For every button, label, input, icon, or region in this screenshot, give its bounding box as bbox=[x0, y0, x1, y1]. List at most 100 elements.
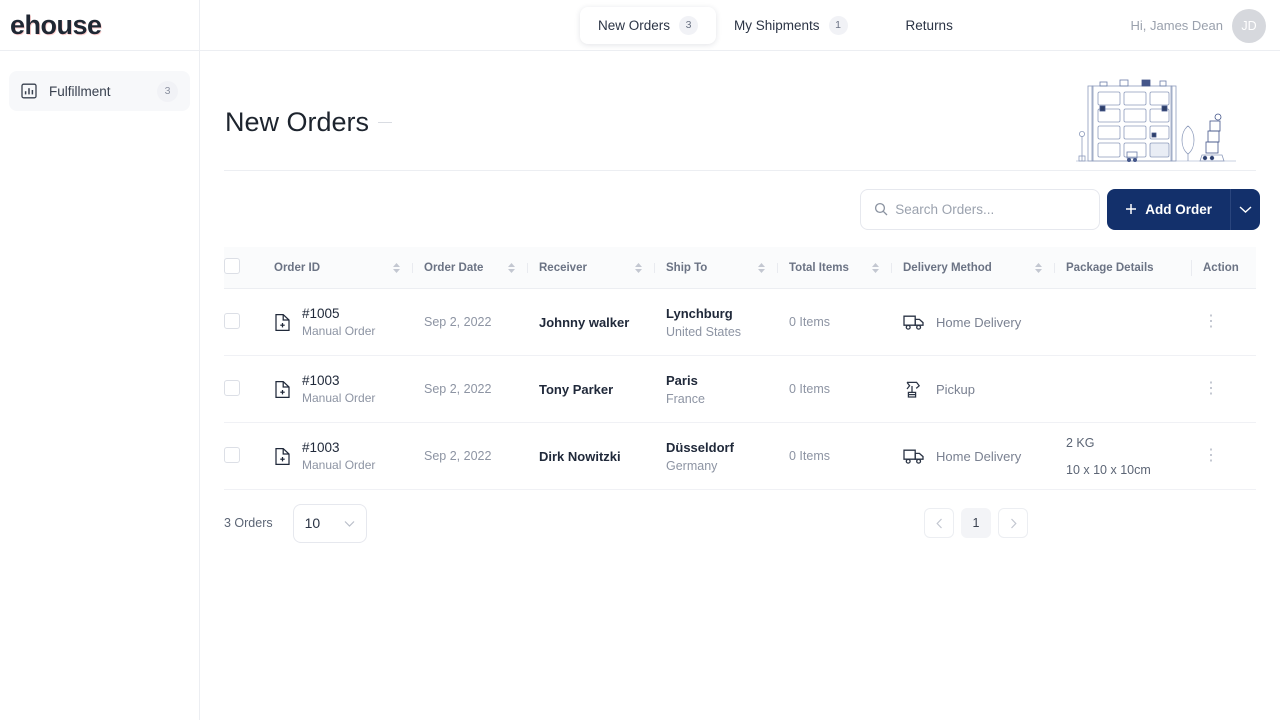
cell-action: ⋮ bbox=[1203, 422, 1256, 490]
orders-table-wrap: Order ID Order Date Receiver Ship To Tot… bbox=[224, 247, 1256, 490]
orders-table: Order ID Order Date Receiver Ship To Tot… bbox=[224, 247, 1256, 490]
cell-delivery-method: Home Delivery bbox=[903, 422, 1066, 490]
pagination: 1 bbox=[924, 508, 1028, 538]
per-page-select[interactable]: 10 bbox=[292, 503, 367, 543]
sort-total-items-icon[interactable] bbox=[872, 262, 892, 273]
per-page-value: 10 bbox=[304, 515, 321, 531]
ship-to-city: Paris bbox=[666, 372, 698, 388]
order-id-value: #1003 bbox=[302, 373, 340, 388]
page-header: New Orders bbox=[224, 51, 1256, 171]
tab-new-orders-label: New Orders bbox=[598, 17, 671, 33]
th-select-all bbox=[224, 247, 274, 289]
table-footer: 3 Orders 10 1 bbox=[224, 490, 1256, 556]
cell-action: ⋮ bbox=[1203, 288, 1256, 356]
row-select-cell bbox=[224, 288, 274, 356]
truck-icon bbox=[903, 448, 925, 465]
add-order-button[interactable]: Add Order bbox=[1107, 188, 1230, 230]
cell-ship-to: Lynchburg United States bbox=[666, 288, 789, 356]
cell-order-date: Sep 2, 2022 bbox=[424, 422, 539, 490]
sort-receiver-icon[interactable] bbox=[635, 262, 655, 273]
add-order-label: Add Order bbox=[1145, 201, 1212, 217]
sort-order-date-icon[interactable] bbox=[508, 262, 528, 273]
orders-table-header-row: Order ID Order Date Receiver Ship To Tot… bbox=[224, 247, 1256, 289]
chevron-left-icon bbox=[935, 518, 943, 529]
order-id-value: #1003 bbox=[302, 440, 340, 455]
truck-icon bbox=[903, 314, 925, 331]
table-row[interactable]: #1003 Manual Order Sep 2, 2022 Tony Park… bbox=[224, 355, 1256, 423]
tab-my-shipments-count: 1 bbox=[828, 15, 848, 35]
delivery-method-label: Home Delivery bbox=[936, 448, 1022, 464]
cell-order-date: Sep 2, 2022 bbox=[424, 288, 539, 356]
cell-order-id: #1005 Manual Order bbox=[274, 288, 424, 356]
plus-icon bbox=[1125, 203, 1137, 215]
user-menu[interactable]: Hi, James Dean JD bbox=[1131, 0, 1266, 51]
row-select-cell bbox=[224, 422, 274, 490]
tab-my-shipments[interactable]: My Shipments 1 bbox=[716, 7, 866, 44]
orders-table-body: #1005 Manual Order Sep 2, 2022 Johnny wa… bbox=[224, 288, 1256, 490]
orders-table-head: Order ID Order Date Receiver Ship To Tot… bbox=[224, 247, 1256, 289]
th-action: Action bbox=[1203, 247, 1256, 289]
cell-receiver: Johnny walker bbox=[539, 288, 666, 356]
th-receiver[interactable]: Receiver bbox=[539, 247, 666, 289]
table-row[interactable]: #1005 Manual Order Sep 2, 2022 Johnny wa… bbox=[224, 288, 1256, 356]
delivery-method-label: Home Delivery bbox=[936, 314, 1022, 330]
cell-package-details bbox=[1066, 288, 1203, 356]
sort-order-id-icon[interactable] bbox=[393, 262, 413, 273]
cell-package-details bbox=[1066, 355, 1203, 423]
top-navigation: New Orders 3 My Shipments 1 Returns bbox=[580, 6, 971, 44]
order-type-value: Manual Order bbox=[302, 458, 376, 472]
pagination-page-1-label: 1 bbox=[972, 516, 980, 530]
cell-delivery-method: Home Delivery bbox=[903, 288, 1066, 356]
chevron-right-icon bbox=[1010, 518, 1017, 529]
page-title-text: New Orders bbox=[225, 107, 370, 137]
tab-new-orders-count: 3 bbox=[679, 15, 699, 35]
cell-receiver: Dirk Nowitzki bbox=[539, 422, 666, 490]
brand-logo[interactable]: ehouse bbox=[0, 0, 200, 51]
cell-ship-to: Paris France bbox=[666, 355, 789, 423]
tab-my-shipments-label: My Shipments bbox=[734, 17, 820, 33]
th-receiver-label: Receiver bbox=[539, 261, 587, 274]
row-select-cell bbox=[224, 355, 274, 423]
search-input[interactable] bbox=[895, 201, 1076, 217]
th-delivery-method[interactable]: Delivery Method bbox=[903, 247, 1066, 289]
add-order-dropdown-button[interactable] bbox=[1230, 188, 1260, 230]
cell-receiver: Tony Parker bbox=[539, 355, 666, 423]
row-actions-menu-icon[interactable]: ⋮ bbox=[1203, 448, 1219, 464]
table-row[interactable]: #1003 Manual Order Sep 2, 2022 Dirk Nowi… bbox=[224, 422, 1256, 490]
sort-ship-to-icon[interactable] bbox=[758, 262, 778, 273]
add-order-group: Add Order bbox=[1107, 188, 1260, 230]
th-ship-to-label: Ship To bbox=[666, 261, 708, 274]
row-checkbox[interactable] bbox=[224, 446, 240, 463]
th-ship-to[interactable]: Ship To bbox=[666, 247, 789, 289]
order-type-value: Manual Order bbox=[302, 391, 376, 405]
pickup-icon bbox=[903, 380, 925, 399]
avatar[interactable]: JD bbox=[1232, 8, 1266, 43]
chevron-down-icon bbox=[344, 520, 355, 527]
pagination-prev-button[interactable] bbox=[924, 508, 954, 538]
cell-total-items: 0 Items bbox=[789, 288, 903, 356]
row-checkbox[interactable] bbox=[224, 379, 240, 396]
pagination-page-1[interactable]: 1 bbox=[961, 508, 991, 538]
tab-new-orders[interactable]: New Orders 3 bbox=[580, 6, 717, 44]
order-document-icon bbox=[274, 447, 291, 466]
pagination-next-button[interactable] bbox=[998, 508, 1028, 538]
sidebar-item-fulfillment[interactable]: Fulfillment 3 bbox=[9, 71, 190, 111]
row-actions-menu-icon[interactable]: ⋮ bbox=[1203, 314, 1219, 330]
sort-delivery-method-icon[interactable] bbox=[1035, 262, 1055, 273]
ship-to-country: United States bbox=[666, 324, 742, 339]
search-box[interactable] bbox=[860, 188, 1101, 230]
tab-returns[interactable]: Returns bbox=[888, 9, 971, 42]
page-title: New Orders bbox=[225, 107, 393, 138]
th-order-date[interactable]: Order Date bbox=[424, 247, 539, 289]
row-checkbox[interactable] bbox=[224, 312, 240, 329]
select-all-checkbox[interactable] bbox=[224, 258, 240, 274]
th-total-items[interactable]: Total Items bbox=[789, 247, 903, 289]
tab-returns-label: Returns bbox=[905, 17, 953, 33]
th-package-details: Package Details bbox=[1066, 247, 1203, 289]
order-type-value: Manual Order bbox=[302, 324, 376, 338]
row-actions-menu-icon[interactable]: ⋮ bbox=[1203, 381, 1219, 397]
th-order-id[interactable]: Order ID bbox=[274, 247, 424, 289]
title-dash bbox=[378, 122, 393, 123]
order-count-label: 3 Orders bbox=[224, 516, 273, 530]
app-root: ehouse New Orders 3 My Shipments 1 Retur… bbox=[0, 0, 1280, 720]
